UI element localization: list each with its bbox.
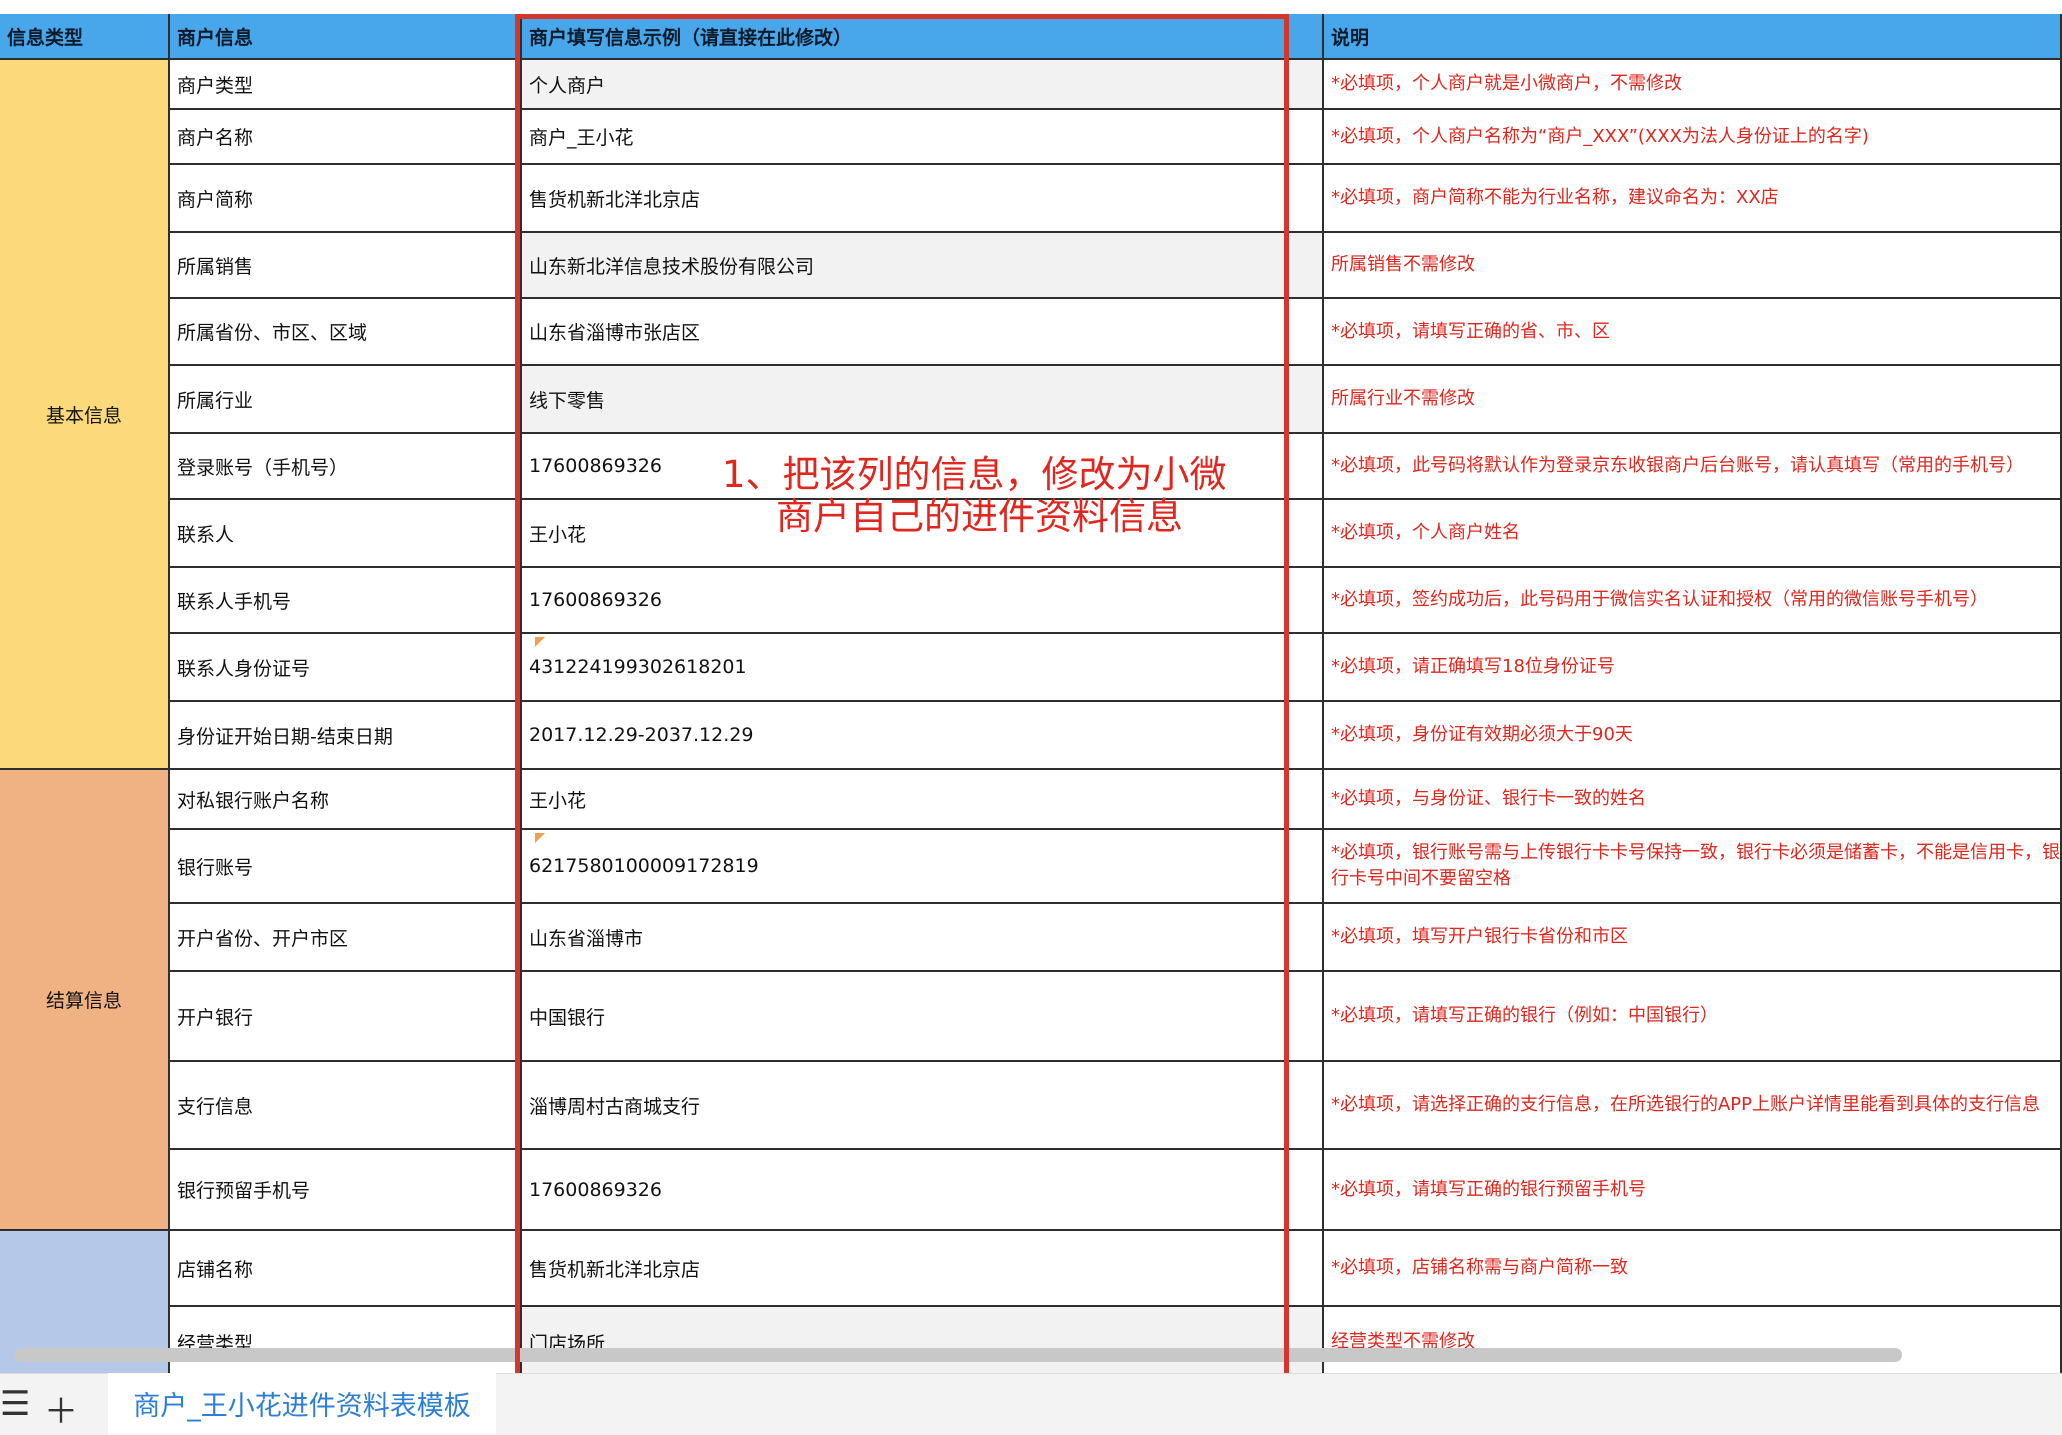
- value-cell[interactable]: 商户_王小花: [522, 110, 1324, 165]
- value-cell[interactable]: 山东省淄博市张店区: [522, 299, 1324, 366]
- note-cell[interactable]: 经营类型不需修改: [1324, 1307, 2062, 1373]
- field-cell[interactable]: 登录账号（手机号）: [170, 434, 522, 500]
- category-basic-info[interactable]: 基本信息: [0, 60, 170, 770]
- note-cell[interactable]: *必填项，个人商户就是小微商户，不需修改: [1324, 60, 2062, 110]
- value-cell[interactable]: 中国银行: [522, 972, 1324, 1062]
- note-cell[interactable]: *必填项，请选择正确的支行信息，在所选银行的APP上账户详情里能看到具体的支行信…: [1324, 1062, 2062, 1150]
- value-cell[interactable]: 售货机新北洋北京店: [522, 1231, 1324, 1307]
- field-cell[interactable]: 联系人: [170, 500, 522, 568]
- value-cell[interactable]: 售货机新北洋北京店: [522, 165, 1324, 233]
- note-cell[interactable]: *必填项，填写开户银行卡省份和市区: [1324, 904, 2062, 972]
- field-cell[interactable]: 支行信息: [170, 1062, 522, 1150]
- spreadsheet: 信息类型 商户信息 商户填写信息示例（请直接在此修改） 说明 基本信息 结算信息…: [0, 0, 2062, 1373]
- value-cell[interactable]: 山东省淄博市: [522, 904, 1324, 972]
- value-cell[interactable]: 线下零售: [522, 366, 1324, 434]
- field-cell[interactable]: 身份证开始日期-结束日期: [170, 702, 522, 770]
- header-info-type[interactable]: 信息类型: [0, 14, 170, 60]
- value-cell[interactable]: 门店场所: [522, 1307, 1324, 1373]
- note-cell[interactable]: 所属销售不需修改: [1324, 233, 2062, 299]
- horizontal-scrollbar[interactable]: [14, 1348, 1902, 1362]
- value-cell[interactable]: 6217580100009172819: [522, 830, 1324, 904]
- column-letter-strip: [0, 0, 2062, 15]
- field-cell[interactable]: 所属省份、市区、区域: [170, 299, 522, 366]
- value-cell[interactable]: 17600869326: [522, 568, 1324, 634]
- field-cell[interactable]: 银行预留手机号: [170, 1150, 522, 1231]
- value-cell[interactable]: 431224199302618201: [522, 634, 1324, 702]
- note-cell[interactable]: *必填项，请正确填写18位身份证号: [1324, 634, 2062, 702]
- value-cell[interactable]: 王小花: [522, 770, 1324, 830]
- note-cell[interactable]: *必填项，个人商户姓名: [1324, 500, 2062, 568]
- annotation-line-1: 1、把该列的信息，修改为小微: [722, 453, 1227, 496]
- value-cell[interactable]: 17600869326: [522, 1150, 1324, 1231]
- note-cell[interactable]: *必填项，个人商户名称为“商户_XXX”(XXX为法人身份证上的名字): [1324, 110, 2062, 165]
- field-cell[interactable]: 对私银行账户名称: [170, 770, 522, 830]
- field-cell[interactable]: 店铺名称: [170, 1231, 522, 1307]
- field-cell[interactable]: 所属销售: [170, 233, 522, 299]
- note-cell[interactable]: *必填项，请填写正确的省、市、区: [1324, 299, 2062, 366]
- value-cell[interactable]: 山东新北洋信息技术股份有限公司: [522, 233, 1324, 299]
- note-cell[interactable]: *必填项，签约成功后，此号码用于微信实名认证和授权（常用的微信账号手机号）: [1324, 568, 2062, 634]
- value-cell[interactable]: 淄博周村古商城支行: [522, 1062, 1324, 1150]
- note-cell[interactable]: *必填项，银行账号需与上传银行卡卡号保持一致，银行卡必须是储蓄卡，不能是信用卡，…: [1324, 830, 2062, 904]
- annotation-text: 1、把该列的信息，修改为小微 商户自己的进件资料信息: [722, 454, 1242, 538]
- header-example-value[interactable]: 商户填写信息示例（请直接在此修改）: [522, 14, 1324, 60]
- note-cell[interactable]: *必填项，请填写正确的银行（例如：中国银行）: [1324, 972, 2062, 1062]
- header-merchant-info[interactable]: 商户信息: [170, 14, 522, 60]
- field-cell[interactable]: 联系人手机号: [170, 568, 522, 634]
- note-cell[interactable]: *必填项，身份证有效期必须大于90天: [1324, 702, 2062, 770]
- plus-icon[interactable]: ＋: [44, 1384, 78, 1433]
- field-cell[interactable]: 商户简称: [170, 165, 522, 233]
- field-cell[interactable]: 开户省份、开户市区: [170, 904, 522, 972]
- note-cell[interactable]: *必填项，店铺名称需与商户简称一致: [1324, 1231, 2062, 1307]
- menu-icon[interactable]: ☰: [0, 1384, 30, 1424]
- note-cell[interactable]: *必填项，商户简称不能为行业名称，建议命名为：XX店: [1324, 165, 2062, 233]
- annotation-line-2: 商户自己的进件资料信息: [776, 495, 1183, 538]
- field-cell[interactable]: 开户银行: [170, 972, 522, 1062]
- note-cell[interactable]: 所属行业不需修改: [1324, 366, 2062, 434]
- category-settlement-info[interactable]: 结算信息: [0, 770, 170, 1231]
- field-cell[interactable]: 联系人身份证号: [170, 634, 522, 702]
- field-cell[interactable]: 经营类型: [170, 1307, 522, 1373]
- note-cell[interactable]: *必填项，此号码将默认作为登录京东收银商户后台账号，请认真填写（常用的手机号）: [1324, 434, 2062, 500]
- note-cell[interactable]: *必填项，与身份证、银行卡一致的姓名: [1324, 770, 2062, 830]
- sheet-tab[interactable]: 商户_王小花进件资料表模板: [108, 1373, 496, 1434]
- value-cell[interactable]: 2017.12.29-2037.12.29: [522, 702, 1324, 770]
- field-cell[interactable]: 商户名称: [170, 110, 522, 165]
- value-cell[interactable]: 个人商户: [522, 60, 1324, 110]
- cell-comment-indicator[interactable]: [535, 833, 545, 843]
- field-cell[interactable]: 所属行业: [170, 366, 522, 434]
- cell-comment-indicator[interactable]: [535, 637, 545, 647]
- field-cell[interactable]: 银行账号: [170, 830, 522, 904]
- header-note[interactable]: 说明: [1324, 14, 2062, 60]
- note-cell[interactable]: *必填项，请填写正确的银行预留手机号: [1324, 1150, 2062, 1231]
- field-cell[interactable]: 商户类型: [170, 60, 522, 110]
